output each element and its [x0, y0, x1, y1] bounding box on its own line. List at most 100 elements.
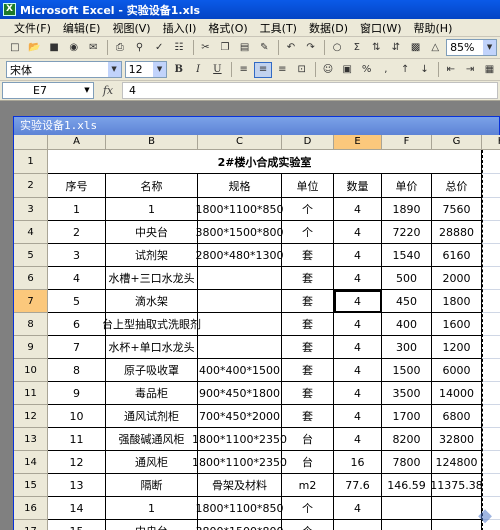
table-cell[interactable]: 1	[106, 198, 198, 221]
table-cell[interactable]: 通风柜	[106, 451, 198, 474]
row-header[interactable]: 8	[14, 313, 48, 336]
table-cell[interactable]: 1540	[382, 244, 432, 267]
table-cell[interactable]: 个	[282, 198, 334, 221]
grid-cell[interactable]	[482, 474, 500, 497]
grid-cell[interactable]	[482, 244, 500, 267]
menu-window[interactable]: 窗口(W)	[360, 20, 401, 36]
row-header[interactable]: 10	[14, 359, 48, 382]
row-header[interactable]: 5	[14, 244, 48, 267]
table-cell[interactable]: 套	[282, 267, 334, 290]
grid-cell[interactable]	[482, 405, 500, 428]
row-header[interactable]: 11	[14, 382, 48, 405]
menu-insert[interactable]: 插入(I)	[163, 20, 197, 36]
table-cell[interactable]: 原子吸收罩	[106, 359, 198, 382]
row-header[interactable]: 13	[14, 428, 48, 451]
autosum-icon[interactable]: Σ	[348, 40, 366, 56]
row-header[interactable]: 12	[14, 405, 48, 428]
open-folder-icon[interactable]: 📂	[26, 40, 44, 56]
table-cell[interactable]: m2	[282, 474, 334, 497]
table-cell[interactable]	[382, 520, 432, 530]
table-cell[interactable]: 7220	[382, 221, 432, 244]
email-icon[interactable]: ✉	[85, 40, 103, 56]
table-cell[interactable]: 套	[282, 382, 334, 405]
column-label-cell[interactable]: 总价	[432, 174, 482, 198]
column-header[interactable]: B	[106, 135, 198, 150]
table-cell[interactable]: 1800*1100*2350	[192, 428, 287, 451]
table-cell[interactable]: 1600	[432, 313, 482, 336]
drawing-icon[interactable]: △	[426, 40, 444, 56]
grid-cell[interactable]	[482, 336, 500, 359]
table-cell[interactable]: 10	[48, 405, 106, 428]
undo-icon[interactable]: ↶	[282, 40, 300, 56]
table-cell[interactable]: 套	[282, 313, 334, 336]
table-cell[interactable]: 滴水架	[106, 290, 198, 313]
borders-icon[interactable]: ▦	[481, 62, 498, 78]
menu-tools[interactable]: 工具(T)	[260, 20, 297, 36]
merge-center-icon[interactable]: ⊡	[293, 62, 310, 78]
new-file-icon[interactable]: □	[6, 40, 24, 56]
table-cell[interactable]: 个	[282, 221, 334, 244]
copy-icon[interactable]: ❐	[216, 40, 234, 56]
increase-indent-icon[interactable]: ⇥	[461, 62, 478, 78]
grid-cell[interactable]	[482, 221, 500, 244]
column-header[interactable]: G	[432, 135, 482, 150]
table-cell[interactable]: 3	[48, 244, 106, 267]
table-cell[interactable]: 试剂架	[106, 244, 198, 267]
print-preview-icon[interactable]: ⚲	[131, 40, 149, 56]
align-right-icon[interactable]: ≡	[274, 62, 291, 78]
table-cell[interactable]: 4	[334, 336, 382, 359]
table-cell[interactable]: 7560	[432, 198, 482, 221]
redo-icon[interactable]: ↷	[302, 40, 320, 56]
table-cell[interactable]: 4	[334, 221, 382, 244]
row-header[interactable]: 17	[14, 520, 48, 530]
table-cell[interactable]: 1200	[432, 336, 482, 359]
table-cell[interactable]: 4	[334, 313, 382, 336]
comma-button[interactable]: ,	[377, 62, 394, 78]
table-cell[interactable]: 套	[282, 244, 334, 267]
row-header[interactable]: 14	[14, 451, 48, 474]
grid-cell[interactable]	[482, 174, 500, 198]
table-title-cell[interactable]: 2#楼小合成实验室	[48, 150, 482, 174]
table-cell[interactable]: 中央台	[106, 520, 198, 530]
table-cell[interactable]: 14	[48, 497, 106, 520]
table-cell[interactable]: 个	[282, 497, 334, 520]
table-cell[interactable]	[432, 497, 482, 520]
table-cell[interactable]: 3800*1500*800	[196, 221, 284, 244]
table-cell[interactable]: 强酸碱通风柜	[106, 428, 198, 451]
column-label-cell[interactable]: 单位	[282, 174, 334, 198]
table-cell[interactable]: 4	[334, 244, 382, 267]
permission-icon[interactable]: ◉	[65, 40, 83, 56]
table-cell[interactable]: 4	[334, 497, 382, 520]
row-header[interactable]: 3	[14, 198, 48, 221]
table-cell[interactable]: 套	[282, 290, 334, 313]
table-cell[interactable]: 146.59	[382, 474, 432, 497]
table-cell[interactable]: 6160	[432, 244, 482, 267]
table-cell[interactable]: 4	[334, 359, 382, 382]
table-cell[interactable]: 400*400*1500	[198, 359, 282, 382]
table-cell[interactable]: 8200	[382, 428, 432, 451]
table-cell[interactable]: 套	[282, 336, 334, 359]
column-header[interactable]: E	[334, 135, 382, 150]
table-cell[interactable]: 6000	[432, 359, 482, 382]
font-size-select[interactable]: 12 ▼	[124, 61, 168, 78]
smiley-icon[interactable]: ☺	[319, 62, 336, 78]
grid-cell[interactable]	[482, 382, 500, 405]
column-header[interactable]: H	[482, 135, 500, 150]
table-cell[interactable]	[198, 336, 282, 359]
zoom-select[interactable]: 85% ▼	[446, 39, 498, 56]
table-cell[interactable]: 5	[48, 290, 106, 313]
table-cell[interactable]: 4	[334, 405, 382, 428]
table-cell[interactable]: 16	[334, 451, 382, 474]
row-header[interactable]: 15	[14, 474, 48, 497]
grid-cell[interactable]	[482, 428, 500, 451]
table-cell[interactable]: 4	[334, 267, 382, 290]
table-cell[interactable]: 400	[382, 313, 432, 336]
table-cell[interactable]: 77.6	[334, 474, 382, 497]
table-cell[interactable]: 台	[282, 428, 334, 451]
table-cell[interactable]: 1890	[382, 198, 432, 221]
menu-edit[interactable]: 编辑(E)	[63, 20, 101, 36]
column-header[interactable]: F	[382, 135, 432, 150]
sort-descending-icon[interactable]: ⇵	[387, 40, 405, 56]
chart-wizard-icon[interactable]: ▩	[407, 40, 425, 56]
print-icon[interactable]: ⎙	[111, 40, 129, 56]
